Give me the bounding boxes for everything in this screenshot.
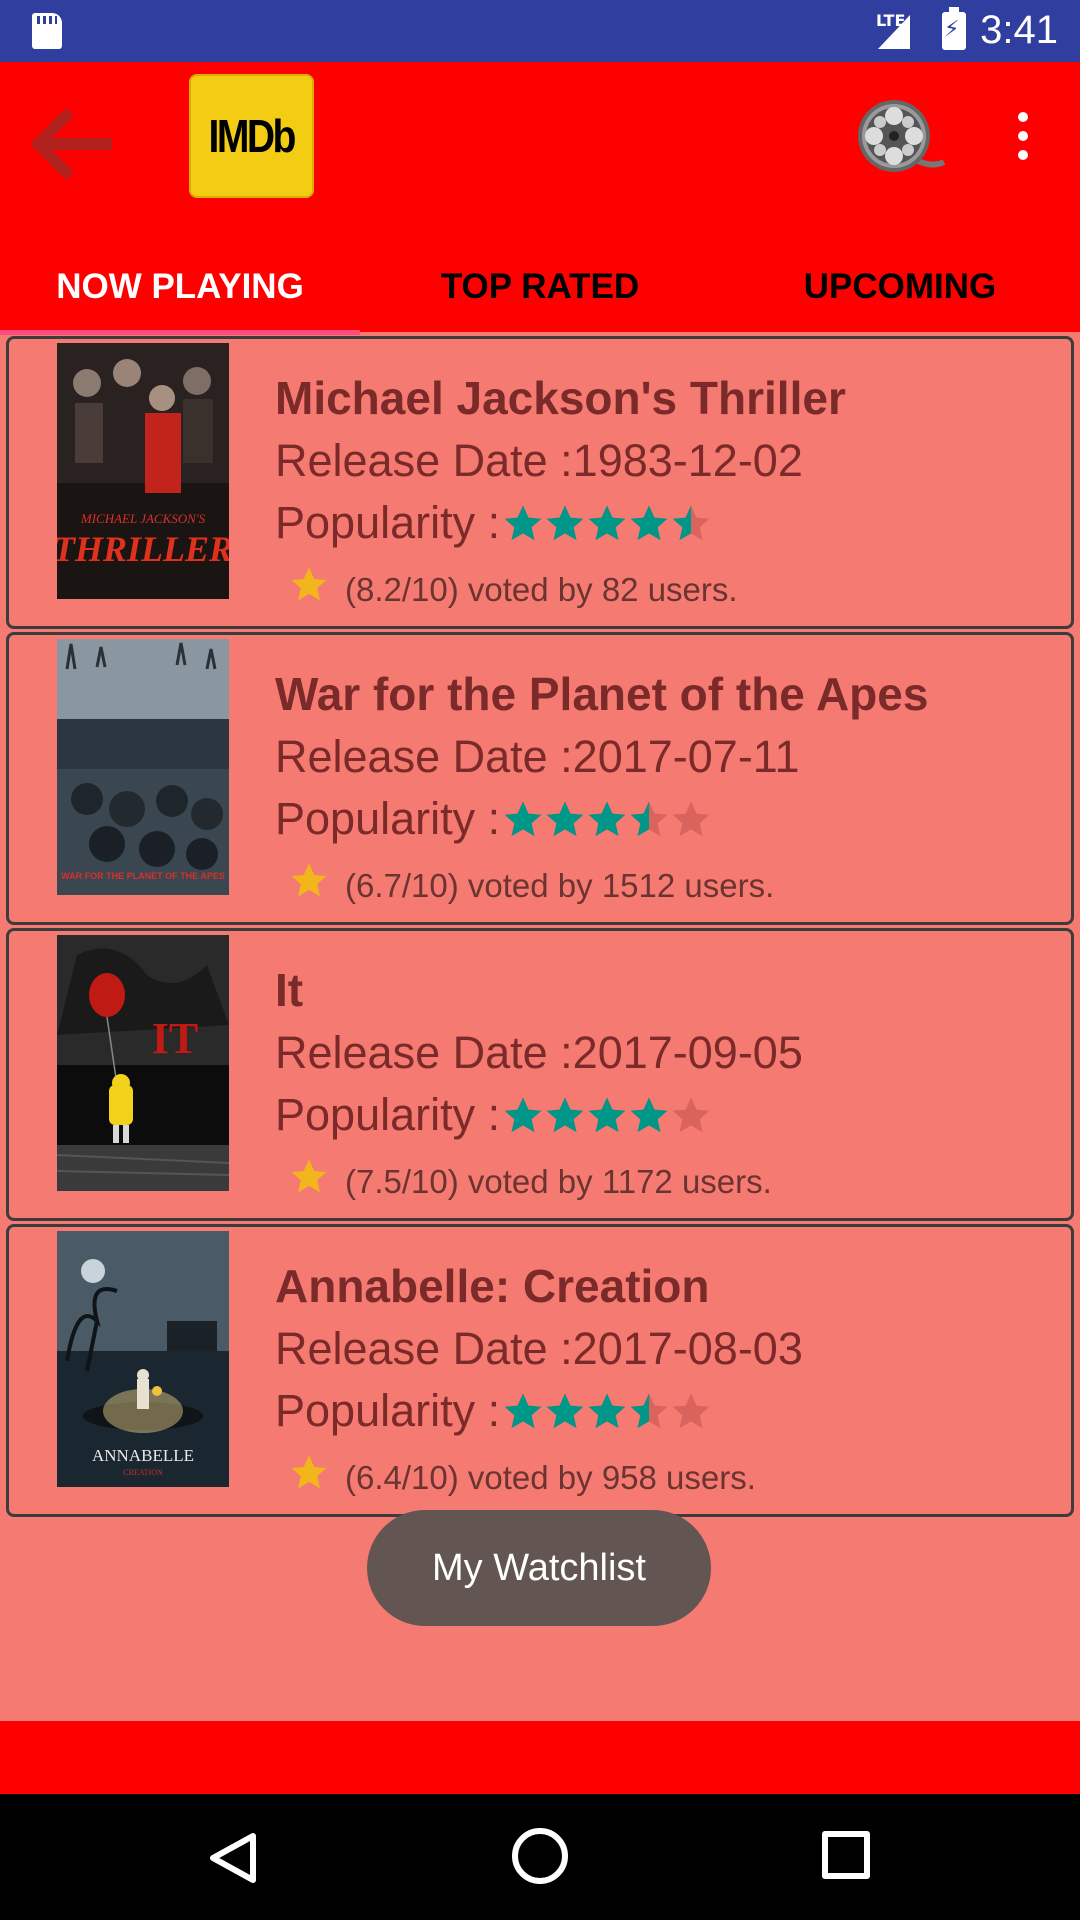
popularity-star-icon [588, 1097, 626, 1133]
popularity-star-icon [546, 1393, 584, 1429]
film-reel-button[interactable] [856, 98, 946, 178]
imdb-logo: IMDb [189, 74, 314, 198]
popularity-star-icon [630, 801, 668, 837]
release-date-label: Release Date : [275, 1323, 573, 1374]
more-vert-icon [1003, 112, 1043, 160]
sd-card-icon [32, 13, 62, 49]
watchlist-toast: My Watchlist [367, 1510, 711, 1626]
poster-title: IT [152, 1014, 198, 1063]
popularity-star-icon [546, 1097, 584, 1133]
vote-row: (8.2/10) voted by 82 users. [289, 567, 738, 609]
back-button[interactable] [24, 92, 124, 192]
popularity-star-icon [588, 801, 626, 837]
status-bar: LTE 3:41 [0, 0, 1080, 62]
release-date-value: 2017-08-03 [572, 1323, 803, 1374]
film-reel-icon [858, 100, 946, 172]
popularity-row: Popularity : [275, 1385, 712, 1437]
popularity-star-icon [672, 801, 710, 837]
release-date-label: Release Date : [275, 1027, 573, 1078]
popularity-row: Popularity : [275, 793, 712, 845]
popularity-label: Popularity : [275, 497, 501, 548]
tab-indicator [0, 330, 360, 335]
release-date-value: 2017-09-05 [572, 1027, 803, 1078]
movie-card[interactable]: WAR FOR THE PLANET OF THE APES War for t… [6, 632, 1074, 925]
popularity-star-icon [630, 1393, 668, 1429]
poster-text-line2: CREATION [123, 1468, 163, 1477]
vote-row: (6.4/10) voted by 958 users. [289, 1455, 756, 1497]
movie-poster: MICHAEL JACKSON'S THRILLER [57, 343, 229, 599]
movie-card[interactable]: ANNABELLE CREATION Annabelle: Creation R… [6, 1224, 1074, 1517]
tab-bar: NOW PLAYING TOP RATED UPCOMING [0, 242, 1080, 332]
star-icon [291, 567, 327, 601]
movie-title: It [275, 964, 304, 1016]
battery-charging-icon [942, 7, 966, 50]
popularity-row: Popularity : [275, 497, 712, 549]
tab-top-rated[interactable]: TOP RATED [360, 242, 720, 332]
popularity-rating-bar [502, 502, 712, 544]
poster-text: WAR FOR THE PLANET OF THE APES [61, 871, 225, 881]
release-date-label: Release Date : [275, 435, 573, 486]
nav-back-icon[interactable] [205, 1832, 265, 1884]
release-date-row: Release Date :2017-09-05 [275, 1027, 803, 1079]
star-icon [291, 863, 327, 897]
imdb-logo-text: IMDb [208, 110, 297, 162]
nav-home-icon[interactable] [512, 1828, 568, 1884]
popularity-star-icon [672, 1097, 710, 1133]
popularity-star-icon [546, 505, 584, 541]
popularity-label: Popularity : [275, 1089, 501, 1140]
popularity-star-icon [672, 1393, 710, 1429]
movie-card[interactable]: IT It Release Date :2017-09-05 Popularit… [6, 928, 1074, 1221]
arrow-left-icon [30, 108, 112, 180]
overflow-menu-button[interactable] [1003, 107, 1043, 167]
vote-summary: (8.2/10) voted by 82 users. [345, 571, 738, 608]
movie-poster: ANNABELLE CREATION [57, 1231, 229, 1487]
bottom-bar [0, 1721, 1080, 1794]
popularity-label: Popularity : [275, 1385, 501, 1436]
popularity-rating-bar [502, 1390, 712, 1432]
release-date-value: 2017-07-11 [572, 731, 800, 782]
vote-row: (6.7/10) voted by 1512 users. [289, 863, 775, 905]
tab-upcoming[interactable]: UPCOMING [720, 242, 1080, 332]
nav-recents-icon[interactable] [822, 1831, 870, 1879]
movie-title: Annabelle: Creation [275, 1260, 710, 1312]
release-date-row: Release Date :2017-07-11 [275, 731, 800, 783]
popularity-star-icon [630, 1097, 668, 1133]
status-clock: 3:41 [980, 8, 1058, 52]
release-date-row: Release Date :1983-12-02 [275, 435, 803, 487]
popularity-rating-bar [502, 798, 712, 840]
popularity-star-icon [588, 1393, 626, 1429]
star-icon [291, 1159, 327, 1193]
release-date-value: 1983-12-02 [572, 435, 803, 486]
popularity-star-icon [504, 1097, 542, 1133]
release-date-label: Release Date : [275, 731, 573, 782]
app-bar: IMDb NOW PLAYING TOP RATED UPCOMING [0, 62, 1080, 335]
release-date-row: Release Date :2017-08-03 [275, 1323, 803, 1375]
movie-poster: IT [57, 935, 229, 1191]
popularity-star-icon [630, 505, 668, 541]
popularity-star-icon [504, 801, 542, 837]
poster-text-line1: MICHAEL JACKSON'S [80, 511, 206, 526]
network-type-label: LTE [876, 11, 906, 30]
movie-poster: WAR FOR THE PLANET OF THE APES [57, 639, 229, 895]
tab-now-playing[interactable]: NOW PLAYING [0, 242, 360, 332]
popularity-star-icon [672, 505, 710, 541]
popularity-row: Popularity : [275, 1089, 712, 1141]
popularity-star-icon [504, 1393, 542, 1429]
popularity-star-icon [504, 505, 542, 541]
popularity-star-icon [588, 505, 626, 541]
poster-text-line1: ANNABELLE [92, 1446, 194, 1465]
navigation-bar [0, 1794, 1080, 1920]
vote-summary: (7.5/10) voted by 1172 users. [345, 1163, 772, 1200]
vote-summary: (6.4/10) voted by 958 users. [345, 1459, 756, 1496]
poster-text-line2: THRILLER [57, 529, 229, 569]
popularity-rating-bar [502, 1094, 712, 1136]
vote-summary: (6.7/10) voted by 1512 users. [345, 867, 775, 904]
popularity-label: Popularity : [275, 793, 501, 844]
star-icon [291, 1455, 327, 1489]
movie-title: Michael Jackson's Thriller [275, 372, 846, 424]
movie-card[interactable]: MICHAEL JACKSON'S THRILLER Michael Jacks… [6, 336, 1074, 629]
vote-row: (7.5/10) voted by 1172 users. [289, 1159, 772, 1201]
movie-title: War for the Planet of the Apes [275, 668, 929, 720]
popularity-star-icon [546, 801, 584, 837]
